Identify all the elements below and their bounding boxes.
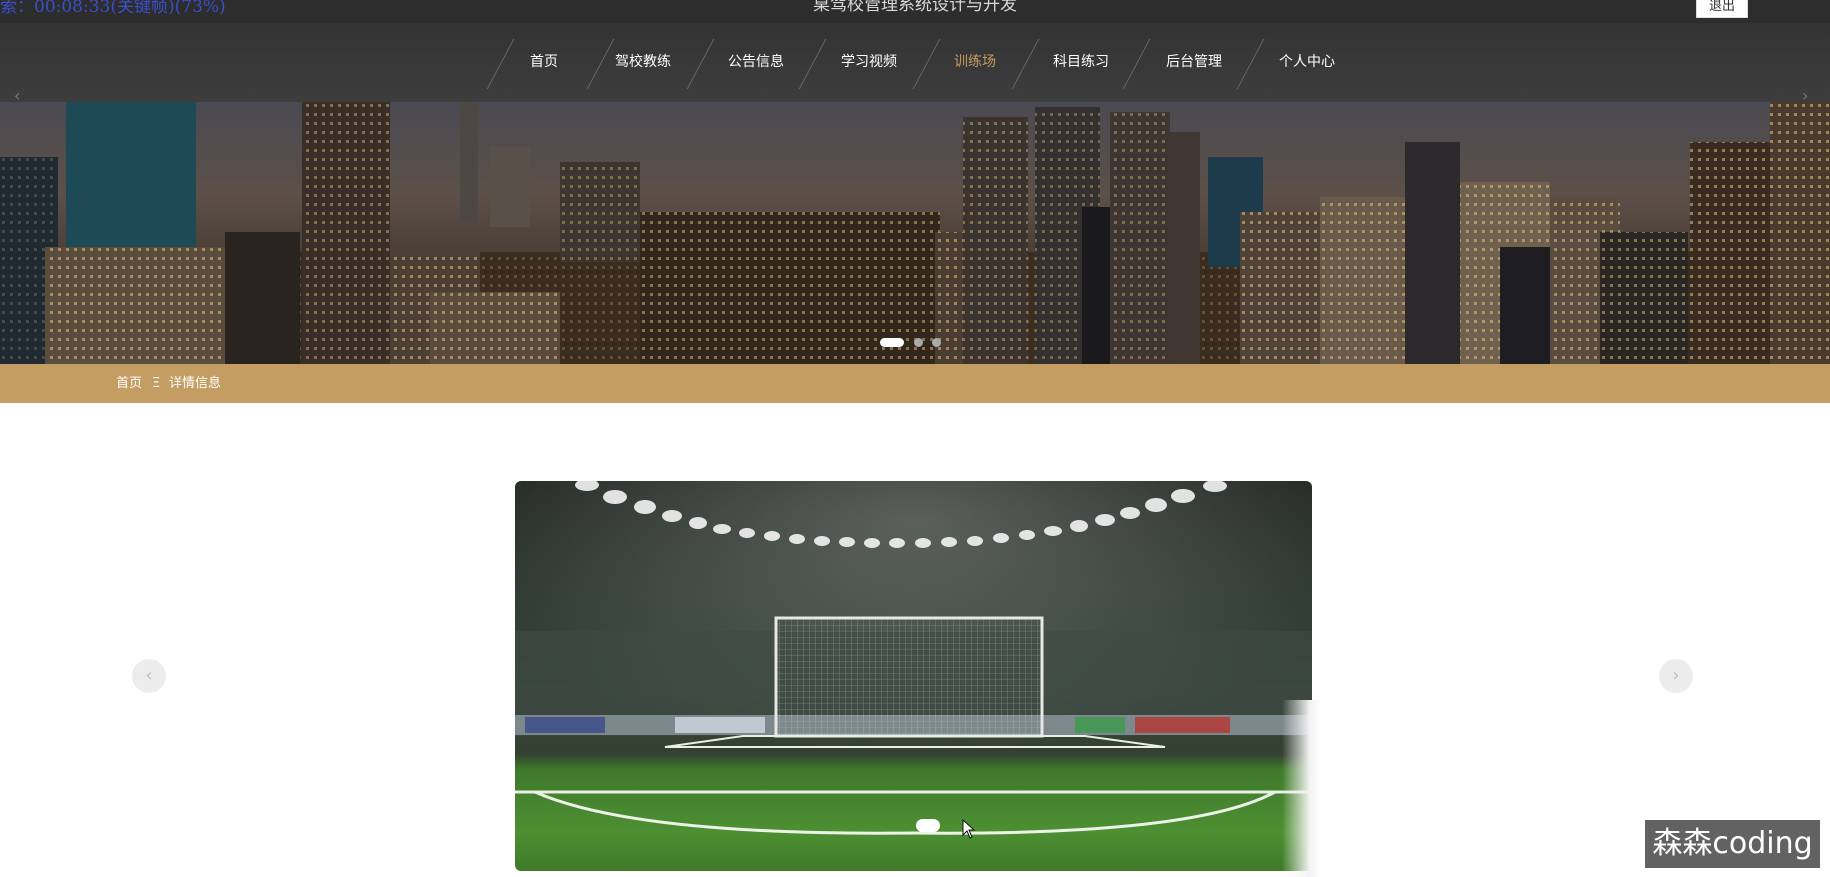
nav-separator [486,39,515,89]
banner-prev-arrow[interactable]: ‹ [14,86,20,105]
nav-item-admin[interactable]: 后台管理 [1166,23,1222,102]
detail-dot-1[interactable] [916,819,940,832]
top-bar: 索：00:08:33(关键帧)(73%) 桌驾校管理系统设计与开发 退出 [0,0,1830,23]
nav-list: 首页 驾校教练 公告信息 学习视频 训练场 科目练习 后台管理 个人中心 [0,23,1830,102]
site-title: 桌驾校管理系统设计与开发 [813,0,1017,15]
breadcrumb-separator-icon: Ξ [152,376,161,391]
nav-item-coaches[interactable]: 驾校教练 [615,23,671,102]
banner-next-arrow[interactable]: › [1802,86,1808,105]
nav-separator [912,39,941,89]
nav-item-subject-practice[interactable]: 科目练习 [1053,23,1109,102]
image-edge-blur [1282,700,1322,877]
nav-item-profile[interactable]: 个人中心 [1279,23,1335,102]
nav-separator [1236,39,1265,89]
logout-button[interactable]: 退出 [1696,0,1748,18]
nav-separator [1011,39,1040,89]
watermark-label: 森森coding [1645,820,1820,868]
mouse-cursor-icon [962,819,976,839]
breadcrumb-home[interactable]: 首页 [116,364,142,403]
banner-dot-3[interactable] [932,338,941,347]
detail-image [515,481,1312,871]
nav-separator [586,39,615,89]
nav-item-notices[interactable]: 公告信息 [728,23,784,102]
main-nav: 首页 驾校教练 公告信息 学习视频 训练场 科目练习 后台管理 个人中心 [0,23,1830,102]
banner-dot-1[interactable] [880,338,904,347]
city-skyline-image [0,102,1830,364]
breadcrumb: 首页 Ξ 详情信息 [0,364,1830,403]
nav-item-study-videos[interactable]: 学习视频 [841,23,897,102]
banner-dot-2[interactable] [914,338,923,347]
nav-separator [1122,39,1151,89]
hero-banner [0,102,1830,364]
nav-separator [798,39,827,89]
nav-item-home[interactable]: 首页 [530,23,558,102]
detail-next-button[interactable]: › [1659,659,1693,693]
detail-prev-button[interactable]: ‹ [132,659,166,693]
nav-separator [686,39,715,89]
breadcrumb-current: 详情信息 [169,376,222,391]
nav-item-training-ground[interactable]: 训练场 [954,23,996,102]
stadium-image [515,481,1312,871]
